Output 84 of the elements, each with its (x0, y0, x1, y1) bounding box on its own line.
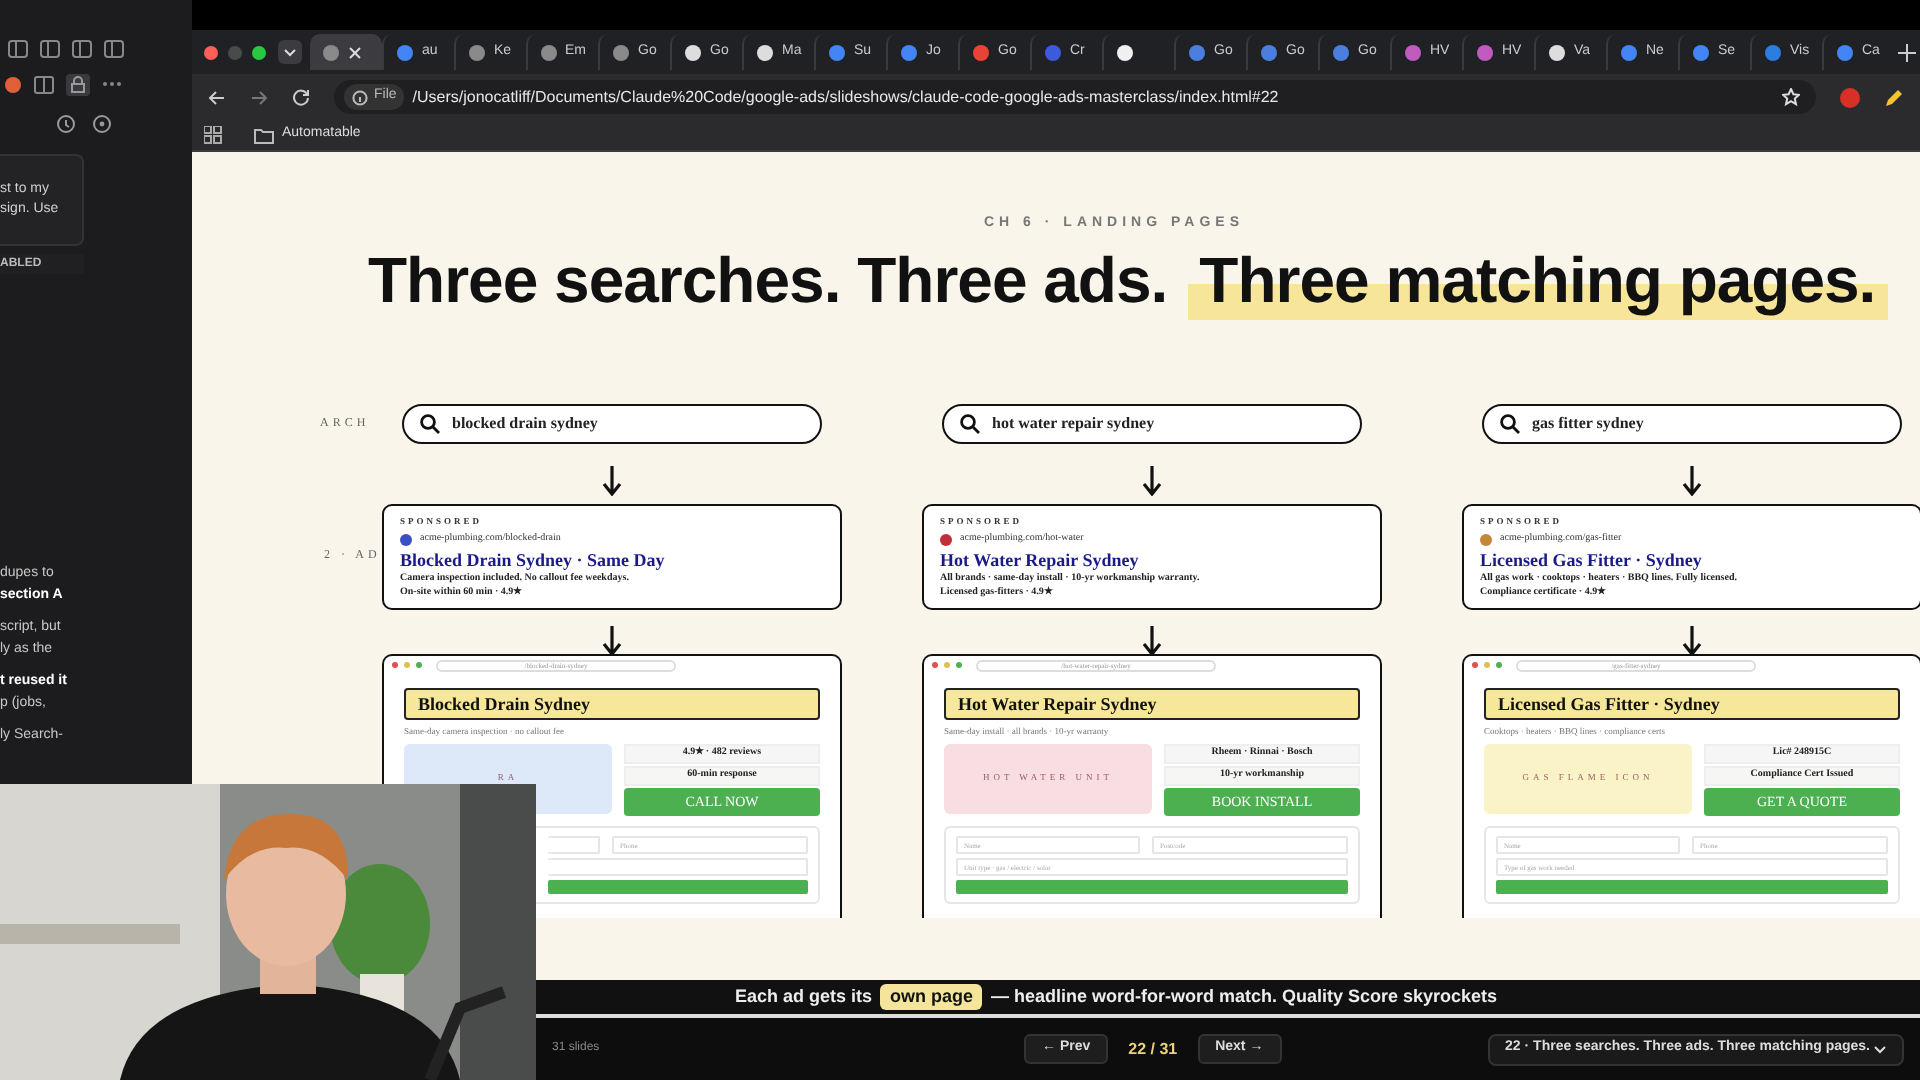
search-icon (1500, 413, 1520, 433)
favicon-icon (322, 43, 340, 61)
panel-icon[interactable] (8, 39, 28, 57)
window-dot-icon (1472, 662, 1478, 668)
caption-text: Each ad gets its (734, 983, 872, 1010)
window-dot-icon (404, 662, 410, 668)
page-headline: Licensed Gas Fitter · Sydney (1484, 687, 1900, 719)
target-icon[interactable] (92, 114, 112, 134)
back-icon[interactable] (208, 89, 226, 105)
down-arrow-icon (1142, 465, 1162, 495)
favicon-icon (1692, 43, 1710, 61)
search-query: hot water repair sydney (992, 411, 1155, 435)
input-field[interactable] (548, 835, 600, 853)
ad-headline[interactable]: Licensed Gas Fitter · Sydney (1480, 547, 1904, 572)
caption-text: — headline word-for-word match. Quality Score skyrockets (990, 983, 1498, 1010)
folder-icon (254, 127, 274, 143)
window-dot-icon (944, 662, 950, 668)
caption-highlight: own page (879, 983, 983, 1011)
favicon-icon (1404, 43, 1422, 61)
favicon-icon (828, 43, 846, 61)
maximize-icon[interactable] (252, 45, 266, 59)
down-arrow-icon (602, 465, 622, 495)
down-arrow-icon (1682, 465, 1702, 495)
search-field[interactable]: blocked drain sydney (402, 403, 822, 443)
lock-icon[interactable] (66, 73, 90, 95)
favicon-icon (684, 43, 702, 61)
new-tab-icon[interactable] (1898, 43, 1916, 61)
search-icon (420, 413, 440, 433)
favicon-icon (1620, 43, 1638, 61)
favicon-icon (1332, 43, 1350, 61)
favicon-icon (1260, 43, 1278, 61)
search-query: gas fitter sydney (1532, 411, 1644, 435)
favicon-icon (1188, 43, 1206, 61)
favicon-icon (612, 43, 630, 61)
info-icon (352, 89, 368, 105)
panel-icon[interactable] (104, 39, 124, 57)
ad-headline[interactable]: Blocked Drain Sydney · Same Day (400, 547, 824, 572)
ad-headline[interactable]: Hot Water Repair Sydney (940, 547, 1364, 572)
favicon-icon (900, 43, 918, 61)
favicon-icon (1836, 43, 1854, 61)
favicon-icon (1764, 43, 1782, 61)
submit-button[interactable] (1496, 879, 1888, 893)
panel-icon[interactable] (72, 39, 92, 57)
favicon-icon (396, 43, 414, 61)
close-icon[interactable] (204, 45, 218, 59)
reload-icon[interactable] (292, 88, 310, 106)
window-dot-icon (932, 662, 938, 668)
favicon-icon (1476, 43, 1494, 61)
search-field[interactable]: hot water repair sydney (942, 403, 1362, 443)
apps-icon[interactable] (204, 126, 222, 144)
window-dot-icon (956, 662, 962, 668)
window-dot-icon (1496, 662, 1502, 668)
split-icon[interactable] (34, 75, 54, 93)
window-dot-icon (1484, 662, 1490, 668)
favicon-icon (756, 43, 774, 61)
submit-button[interactable] (956, 879, 1348, 893)
caret-icon (1874, 1045, 1886, 1053)
favicon-icon (1116, 43, 1134, 61)
forward-icon[interactable] (250, 89, 268, 105)
favicon-icon (1548, 43, 1566, 61)
favicon-icon (468, 43, 486, 61)
favicon-icon (540, 43, 557, 61)
pen-icon[interactable] (1884, 87, 1904, 107)
search-icon (960, 413, 980, 433)
window-dot-icon (416, 662, 422, 668)
panel-icon[interactable] (40, 39, 60, 57)
tab-list-button[interactable] (278, 40, 302, 64)
more-icon[interactable] (102, 80, 122, 88)
extension-icon[interactable] (1840, 87, 1860, 107)
url-text: /Users/jonocatliff/Documents/Claude%20Code/google-ads/slideshows/claude-code-google-ads-masterclass/index.html#22 (412, 85, 1279, 109)
search-query: blocked drain sydney (452, 411, 598, 435)
input-field[interactable] (548, 857, 808, 875)
submit-button[interactable] (548, 879, 808, 893)
star-icon[interactable] (1782, 88, 1800, 106)
favicon-icon (1044, 43, 1062, 61)
page-headline: Hot Water Repair Sydney (944, 687, 1360, 719)
favicon-icon (972, 43, 990, 61)
close-icon[interactable] (348, 45, 362, 59)
slide-title: Three searches. Three ads. (368, 241, 1168, 319)
search-field[interactable]: gas fitter sydney (1482, 403, 1902, 443)
page-headline: Blocked Drain Sydney (404, 687, 820, 719)
clock-icon[interactable] (56, 114, 76, 134)
window-dot-icon (392, 662, 398, 668)
slide-position: 22 / 31 (1128, 1037, 1178, 1061)
